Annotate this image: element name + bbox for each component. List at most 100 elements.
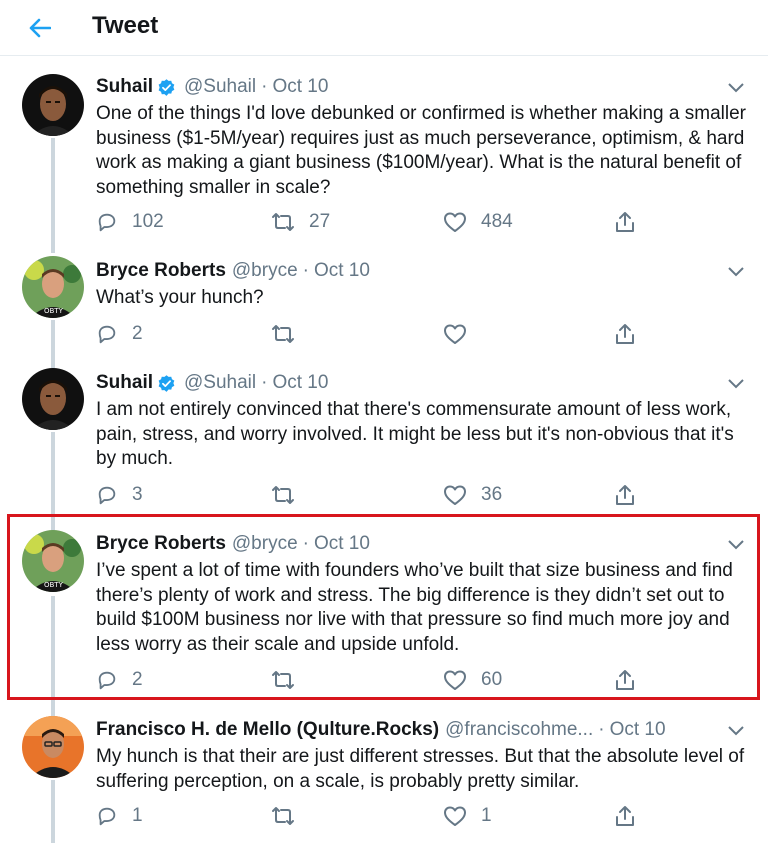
share-icon xyxy=(616,806,634,826)
tweet-header: Suhail @Suhail · Oct 10 xyxy=(96,75,328,99)
author-name[interactable]: Francisco H. de Mello (Qulture.Rocks) xyxy=(96,719,439,741)
avatar[interactable] xyxy=(22,74,84,136)
thread-line xyxy=(51,596,55,716)
tweet-text: I am not entirely convinced that there's… xyxy=(96,399,734,469)
retweet-icon xyxy=(272,671,294,689)
avatar[interactable] xyxy=(22,716,84,778)
tweet-actions: 102 27 484 xyxy=(96,210,656,234)
tweet-date[interactable]: Oct 10 xyxy=(272,372,328,394)
share-button[interactable] xyxy=(614,804,636,828)
separator: · xyxy=(302,533,309,554)
tweet-menu-button[interactable] xyxy=(726,374,746,394)
svg-text:OBTY: OBTY xyxy=(44,581,64,589)
tweet-header: Francisco H. de Mello (Qulture.Rocks) @f… xyxy=(96,718,666,742)
tweet-menu-button[interactable] xyxy=(726,262,746,282)
like-button[interactable]: 60 xyxy=(443,668,502,692)
heart-icon xyxy=(444,324,466,344)
share-button[interactable] xyxy=(614,483,636,507)
tweet-text: One of the things I'd love debunked or c… xyxy=(96,103,746,198)
reply-count: 2 xyxy=(132,323,143,344)
thread-line xyxy=(51,320,55,370)
retweet-button[interactable] xyxy=(271,804,309,828)
reply-count: 102 xyxy=(132,211,164,232)
like-count: 1 xyxy=(481,805,492,826)
verified-badge-icon xyxy=(157,374,176,393)
share-icon xyxy=(616,485,634,505)
chevron-down-icon xyxy=(728,267,744,277)
reply-count: 3 xyxy=(132,484,143,505)
page-header: Tweet xyxy=(0,0,768,56)
author-handle[interactable]: @franciscohme... xyxy=(445,719,593,741)
tweet-actions: 2 xyxy=(96,322,656,346)
author-handle[interactable]: @bryce xyxy=(232,533,298,555)
retweet-button[interactable]: 27 xyxy=(271,210,330,234)
share-icon xyxy=(616,324,634,344)
thread-line xyxy=(51,138,55,253)
like-button[interactable] xyxy=(443,322,481,346)
retweet-icon xyxy=(272,486,294,504)
reply-icon xyxy=(98,325,116,344)
share-button[interactable] xyxy=(614,210,636,234)
separator: · xyxy=(302,260,309,281)
reply-icon xyxy=(98,807,116,826)
retweet-icon xyxy=(272,807,294,825)
retweet-icon xyxy=(272,213,294,231)
tweet-date[interactable]: Oct 10 xyxy=(272,76,328,98)
reply-button[interactable]: 2 xyxy=(96,322,143,346)
avatar[interactable]: OBTY xyxy=(22,256,84,318)
author-name[interactable]: Suhail xyxy=(96,76,153,98)
chevron-down-icon xyxy=(728,379,744,389)
arrow-left-icon xyxy=(29,18,51,38)
tweet-actions: 2 60 xyxy=(96,668,656,692)
heart-icon xyxy=(444,485,466,505)
author-handle[interactable]: @Suhail xyxy=(184,76,256,98)
avatar[interactable]: OBTY xyxy=(22,530,84,592)
reply-icon xyxy=(98,486,116,505)
tweet-actions: 3 36 xyxy=(96,483,656,507)
reply-button[interactable]: 2 xyxy=(96,668,143,692)
tweet-date[interactable]: Oct 10 xyxy=(314,533,370,555)
share-button[interactable] xyxy=(614,322,636,346)
author-handle[interactable]: @Suhail xyxy=(184,372,256,394)
author-name[interactable]: Bryce Roberts xyxy=(96,260,226,282)
chevron-down-icon xyxy=(728,83,744,93)
author-handle[interactable]: @bryce xyxy=(232,260,298,282)
retweet-button[interactable] xyxy=(271,483,309,507)
tweet-menu-button[interactable] xyxy=(726,78,746,98)
share-icon xyxy=(616,212,634,232)
like-button[interactable]: 1 xyxy=(443,804,492,828)
tweet-menu-button[interactable] xyxy=(726,535,746,555)
tweet-header: Suhail @Suhail · Oct 10 xyxy=(96,371,328,395)
like-count: 60 xyxy=(481,669,503,690)
reply-button[interactable]: 3 xyxy=(96,483,143,507)
tweet-header: Bryce Roberts @bryce · Oct 10 xyxy=(96,259,370,283)
heart-icon xyxy=(444,212,466,232)
like-button[interactable]: 484 xyxy=(443,210,513,234)
reply-icon xyxy=(98,213,116,232)
tweet-date[interactable]: Oct 10 xyxy=(610,719,666,741)
separator: · xyxy=(598,719,605,740)
retweet-count: 27 xyxy=(309,211,331,232)
author-name[interactable]: Suhail xyxy=(96,372,153,394)
retweet-button[interactable] xyxy=(271,322,309,346)
share-button[interactable] xyxy=(614,668,636,692)
chevron-down-icon xyxy=(728,540,744,550)
thread-line xyxy=(51,432,55,532)
reply-button[interactable]: 102 xyxy=(96,210,164,234)
tweet-date[interactable]: Oct 10 xyxy=(314,260,370,282)
separator: · xyxy=(261,372,268,393)
tweet-actions: 1 1 xyxy=(96,804,656,828)
page-title: Tweet xyxy=(92,12,159,39)
tweet-header: Bryce Roberts @bryce · Oct 10 xyxy=(96,532,370,556)
author-name[interactable]: Bryce Roberts xyxy=(96,533,226,555)
tweet-text: I’ve spent a lot of time with founders w… xyxy=(96,560,733,655)
reply-count: 1 xyxy=(132,805,143,826)
thread-line xyxy=(51,780,55,843)
separator: · xyxy=(261,76,268,97)
avatar[interactable] xyxy=(22,368,84,430)
retweet-button[interactable] xyxy=(271,668,309,692)
like-button[interactable]: 36 xyxy=(443,483,502,507)
tweet-menu-button[interactable] xyxy=(726,721,746,741)
back-button[interactable] xyxy=(22,10,58,46)
reply-button[interactable]: 1 xyxy=(96,804,143,828)
